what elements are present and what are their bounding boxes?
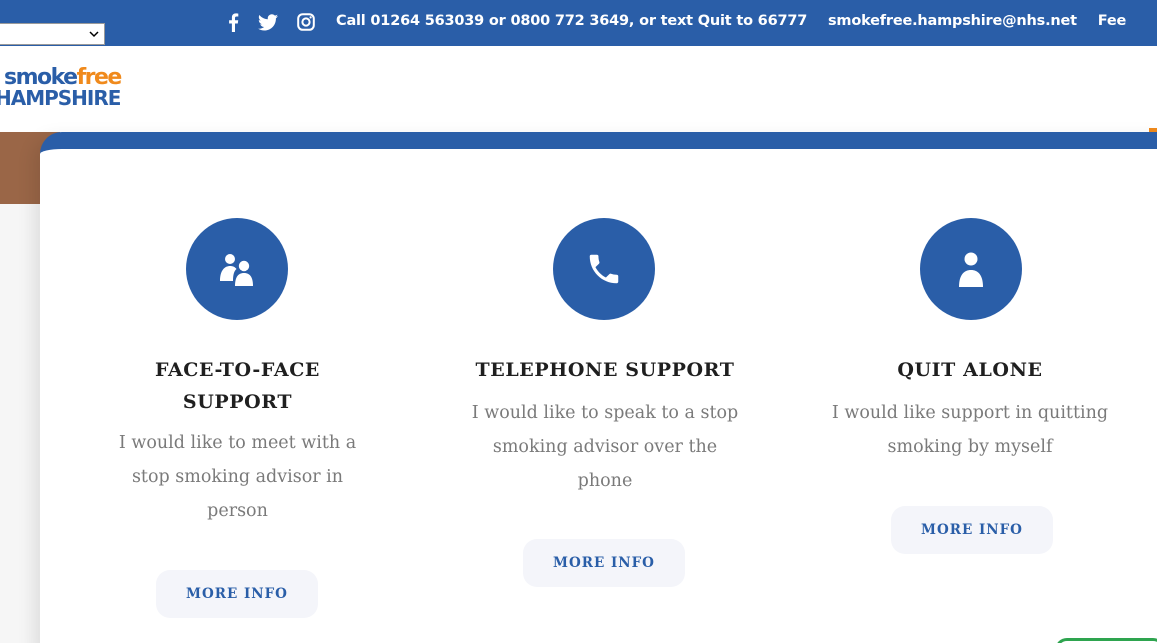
quit-alone-more-info-button[interactable]: MORE INFO bbox=[891, 506, 1053, 554]
face-to-face-title: FACE-TO-FACE SUPPORT bbox=[154, 359, 320, 413]
contact-info: Call 01264 563039 or 0800 772 3649, or t… bbox=[336, 13, 1142, 29]
phone-text: Call 01264 563039 or 0800 772 3649, or t… bbox=[336, 13, 808, 29]
people-icon bbox=[186, 218, 288, 320]
person-icon bbox=[920, 218, 1022, 320]
telephone-support-title: TELEPHONE SUPPORT bbox=[475, 359, 735, 381]
email-link[interactable]: smokefree.hampshire@nhs.net bbox=[828, 13, 1077, 29]
chat-widget-button[interactable] bbox=[1055, 638, 1157, 643]
site-logo[interactable]: smokefree HAMPSHIRE bbox=[0, 67, 122, 109]
face-to-face-description: I would like to meet with a stop smoking… bbox=[118, 433, 357, 521]
instagram-icon[interactable] bbox=[295, 10, 317, 34]
quit-alone-description: I would like support in quitting smoking… bbox=[831, 403, 1109, 457]
phone-icon bbox=[553, 218, 655, 320]
top-bar: Call 01264 563039 or 0800 772 3649, or t… bbox=[0, 0, 1157, 46]
face-to-face-more-info-button[interactable]: MORE INFO bbox=[156, 570, 318, 618]
logo-text-hampshire: HAMPSHIRE bbox=[0, 86, 121, 110]
telephone-support-description: I would like to speak to a stop smoking … bbox=[471, 403, 739, 491]
telephone-more-info-button[interactable]: MORE INFO bbox=[523, 539, 685, 587]
twitter-icon[interactable] bbox=[257, 10, 279, 34]
language-select[interactable] bbox=[0, 23, 105, 45]
quit-alone-title: QUIT ALONE bbox=[897, 359, 1043, 381]
feedback-link[interactable]: Fee bbox=[1098, 13, 1127, 29]
side-shade bbox=[0, 204, 40, 643]
facebook-icon[interactable] bbox=[226, 10, 240, 34]
